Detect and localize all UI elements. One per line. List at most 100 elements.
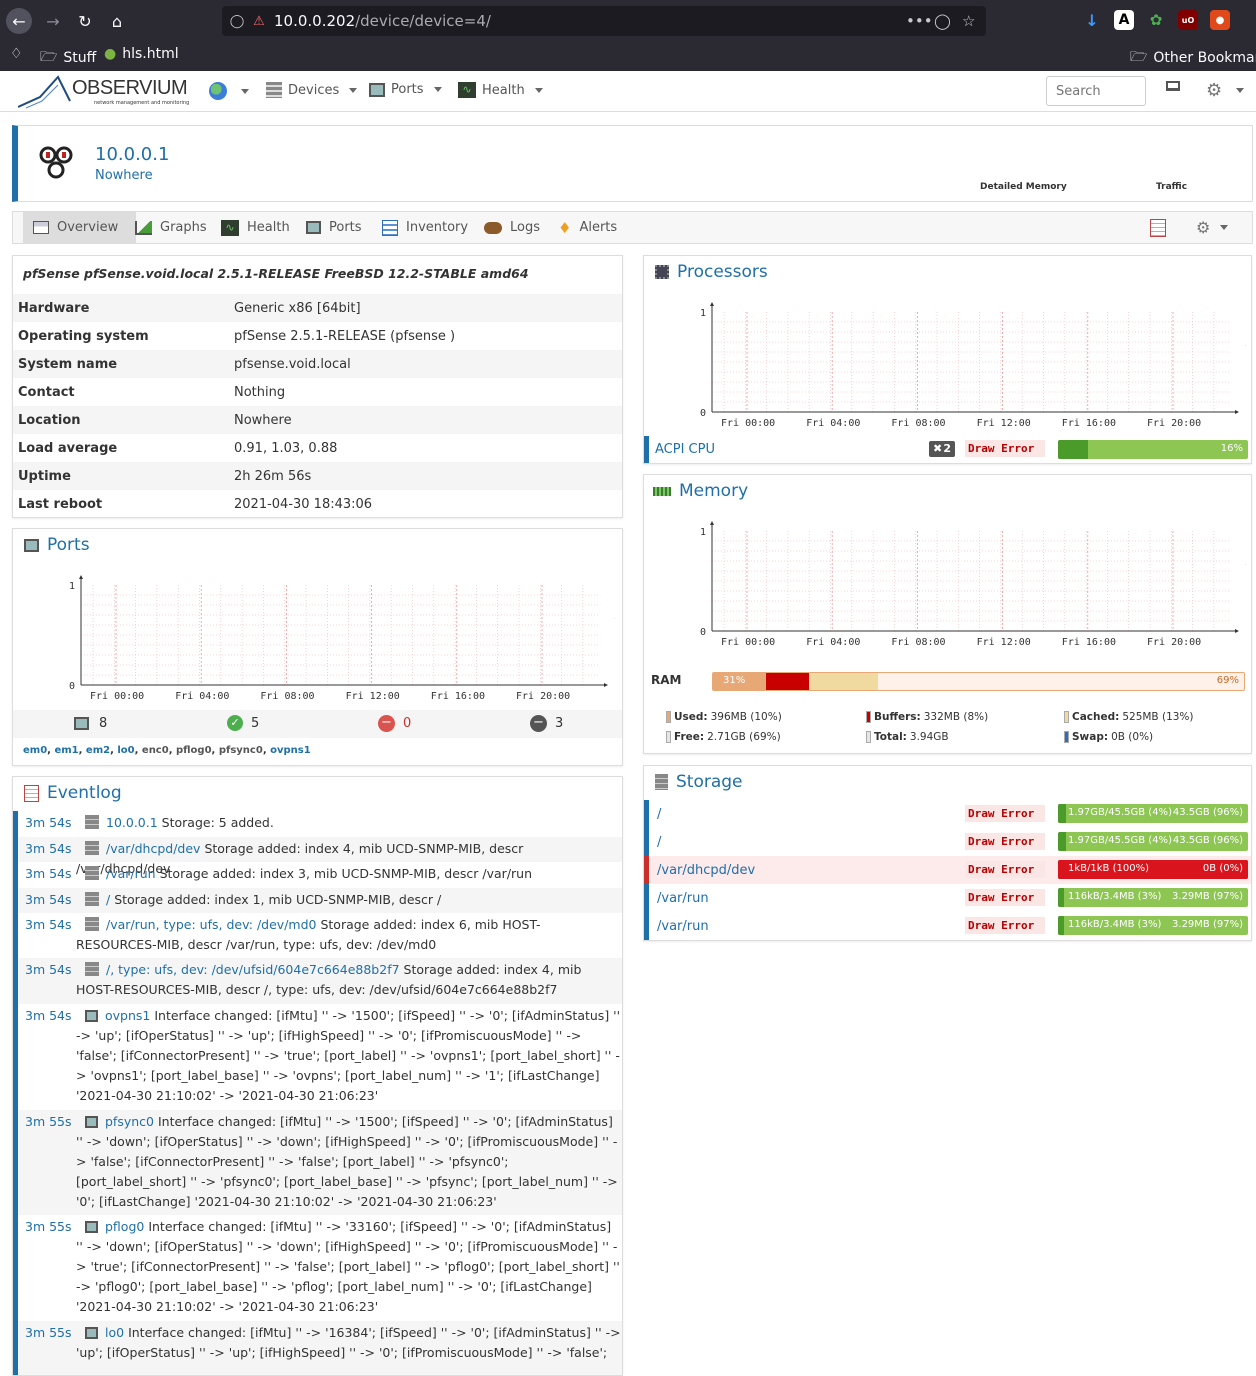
memory-legend-item: Swap: 0B (0%) — [1064, 731, 1153, 743]
extension-fox-icon[interactable]: ✿ — [1146, 10, 1166, 30]
reload-button[interactable]: ↻ — [72, 8, 98, 34]
search-input[interactable] — [1046, 76, 1146, 106]
settings-menu[interactable]: ⚙ — [1206, 80, 1245, 101]
tab-graphs[interactable]: Graphs — [125, 212, 217, 243]
tab-alerts[interactable]: ♦ Alerts — [548, 212, 627, 243]
processors-graph[interactable]: 1 0 Fri 00:00 Fri 04:00 Fri 08:00 Fri 12:00 Fr… — [666, 294, 1246, 426]
tab-ports[interactable]: Ports — [296, 212, 372, 243]
page-actions-icon[interactable]: ••• — [906, 12, 933, 30]
tab-overview[interactable]: Overview — [23, 212, 136, 243]
y-tick-label: 0 — [700, 627, 706, 638]
event-body: /var/run, type: ufs, dev: /dev/md0 Stora… — [76, 915, 621, 955]
eventlog-title[interactable]: Eventlog — [24, 783, 122, 803]
ports-total[interactable]: 8 — [74, 716, 107, 731]
processor-name[interactable]: ACPI CPU — [655, 442, 715, 457]
event-entity[interactable]: /var/run — [106, 866, 156, 881]
info-row: Last reboot 2021-04-30 18:43:06 — [13, 490, 622, 518]
info-key: Operating system — [18, 328, 149, 344]
x-tick-label: Fri 04:00 — [175, 691, 229, 699]
storage-title[interactable]: Storage — [655, 772, 743, 792]
port-link[interactable]: pfsync0 — [219, 745, 263, 756]
bookmark-star-icon[interactable]: ☆ — [962, 12, 975, 30]
event-entity[interactable]: pfsync0 — [105, 1114, 154, 1129]
event-entity[interactable]: 10.0.0.1 — [106, 815, 158, 830]
port-link[interactable]: pflog0 — [176, 745, 212, 756]
processors-title[interactable]: Processors — [655, 262, 768, 282]
port-link[interactable]: em1 — [54, 745, 78, 756]
event-body: lo0 Interface changed: [ifMtu] '' -> '16… — [76, 1323, 621, 1363]
storage-name[interactable]: /var/dhcpd/dev — [657, 863, 755, 878]
mini-graph-memory-label[interactable]: Detailed Memory — [980, 182, 1067, 192]
event-entity[interactable]: /var/run, type: ufs, dev: /dev/md0 — [106, 917, 316, 932]
mini-graph-traffic-label[interactable]: Traffic — [1156, 182, 1187, 192]
port-link[interactable]: em2 — [86, 745, 110, 756]
info-value: Generic x86 [64bit] — [234, 300, 361, 316]
other-bookmarks[interactable]: 🗁 Other Bookmarks — [1130, 46, 1256, 70]
observium-logo[interactable]: OBSERVIUM network management and monitor… — [17, 75, 189, 109]
report-icon — [24, 784, 39, 802]
memory-graph[interactable]: 1 0 Fri 00:00 Fri 04:00 Fri 08:00 Fri 12:00 Fr… — [666, 513, 1246, 645]
folder-icon: 🗁 — [40, 49, 58, 65]
storage-used-label: 1.97GB/45.5GB (4%) — [1068, 835, 1172, 846]
tab-logs[interactable]: Logs — [474, 212, 550, 243]
port-link[interactable]: enc0 — [142, 745, 169, 756]
extension-fox2-icon[interactable]: ● — [1210, 10, 1230, 30]
eventlog-row: 3m 54s/var/dhcpd/dev Storage added: inde… — [13, 837, 622, 876]
event-entity[interactable]: /var/dhcpd/dev — [106, 841, 200, 856]
bookmarks-manager[interactable]: ♢ — [10, 46, 23, 62]
storage-name[interactable]: / — [657, 835, 661, 850]
info-value: 2h 26m 56s — [234, 468, 312, 484]
ports-menu[interactable]: Ports — [369, 82, 442, 97]
laptop-button[interactable] — [1166, 81, 1180, 91]
legend-key: Cached: — [1072, 711, 1120, 723]
tab-label: Logs — [510, 220, 540, 235]
ports-up[interactable]: ✓ 5 — [227, 715, 259, 731]
pocket-icon[interactable]: ◯ — [934, 12, 951, 30]
memory-title[interactable]: Memory — [653, 481, 748, 501]
storage-free-label: 3.29MB (97%) — [1172, 891, 1243, 902]
extension-a-icon[interactable]: A — [1114, 10, 1134, 30]
ports-down[interactable]: −0 — [378, 715, 411, 732]
storage-icon — [85, 962, 99, 976]
ublock-icon[interactable]: uO — [1178, 10, 1198, 30]
port-link[interactable]: lo0 — [117, 745, 134, 756]
port-link[interactable]: ovpns1 — [270, 745, 311, 756]
system-description: pfSense pfSense.void.local 2.5.1-RELEASE… — [23, 266, 529, 281]
event-body: / Storage added: index 1, mib UCD-SNMP-M… — [76, 890, 621, 910]
url-path: /device/device=4/ — [355, 12, 491, 30]
devices-menu[interactable]: Devices — [266, 82, 358, 98]
report-icon[interactable] — [1150, 219, 1166, 237]
bookmark-stuff[interactable]: 🗁 Stuff — [40, 46, 96, 70]
info-row: Load average 0.91, 1.03, 0.88 — [13, 434, 622, 462]
event-entity[interactable]: /, type: ufs, dev: /dev/ufsid/604e7c664e… — [106, 962, 400, 977]
home-button[interactable]: ⌂ — [104, 8, 130, 34]
bookmarks-icon: ♢ — [10, 46, 23, 62]
health-menu[interactable]: ∿ Health — [458, 82, 543, 98]
ports-title[interactable]: Ports — [24, 535, 90, 555]
back-button[interactable]: ← — [6, 8, 32, 34]
event-entity[interactable]: ovpns1 — [105, 1008, 150, 1023]
storage-used-label: 1kB/1kB (100%) — [1068, 863, 1149, 874]
event-entity[interactable]: lo0 — [105, 1325, 124, 1340]
device-settings-menu[interactable]: ⚙ — [1196, 218, 1229, 237]
event-entity[interactable]: pflog0 — [105, 1219, 144, 1234]
ports-graph[interactable]: 1 0 Fri 00:00 Fri 04:00 Fri 08:00 Fri 12:00 Fr… — [35, 567, 615, 699]
tab-inventory[interactable]: Inventory — [372, 212, 478, 243]
tab-health[interactable]: ∿ Health — [211, 212, 300, 243]
y-tick-label: 1 — [700, 527, 706, 538]
device-location[interactable]: Nowhere — [95, 168, 153, 183]
legend-swatch — [866, 731, 871, 743]
storage-name[interactable]: /var/run — [657, 919, 709, 934]
url-bar[interactable]: ◯ ⚠ 10.0.0.202/device/device=4/ ••• ◯ ☆ — [222, 6, 986, 36]
storage-row: / Draw Error 1.97GB/45.5GB (4%) 43.5GB (96%… — [644, 828, 1251, 856]
ports-disabled[interactable]: −3 — [530, 715, 563, 732]
event-body: /var/run Storage added: index 3, mib UCD… — [76, 864, 621, 884]
bookmark-hls[interactable]: ● hls.html — [104, 46, 179, 62]
globe-menu[interactable] — [209, 82, 249, 100]
storage-name[interactable]: /var/run — [657, 891, 709, 906]
port-link[interactable]: em0 — [23, 745, 47, 756]
device-hostname[interactable]: 10.0.0.1 — [95, 144, 169, 165]
forward-button[interactable]: → — [40, 8, 66, 34]
download-icon[interactable]: ↓ — [1082, 10, 1102, 30]
storage-name[interactable]: / — [657, 807, 661, 822]
